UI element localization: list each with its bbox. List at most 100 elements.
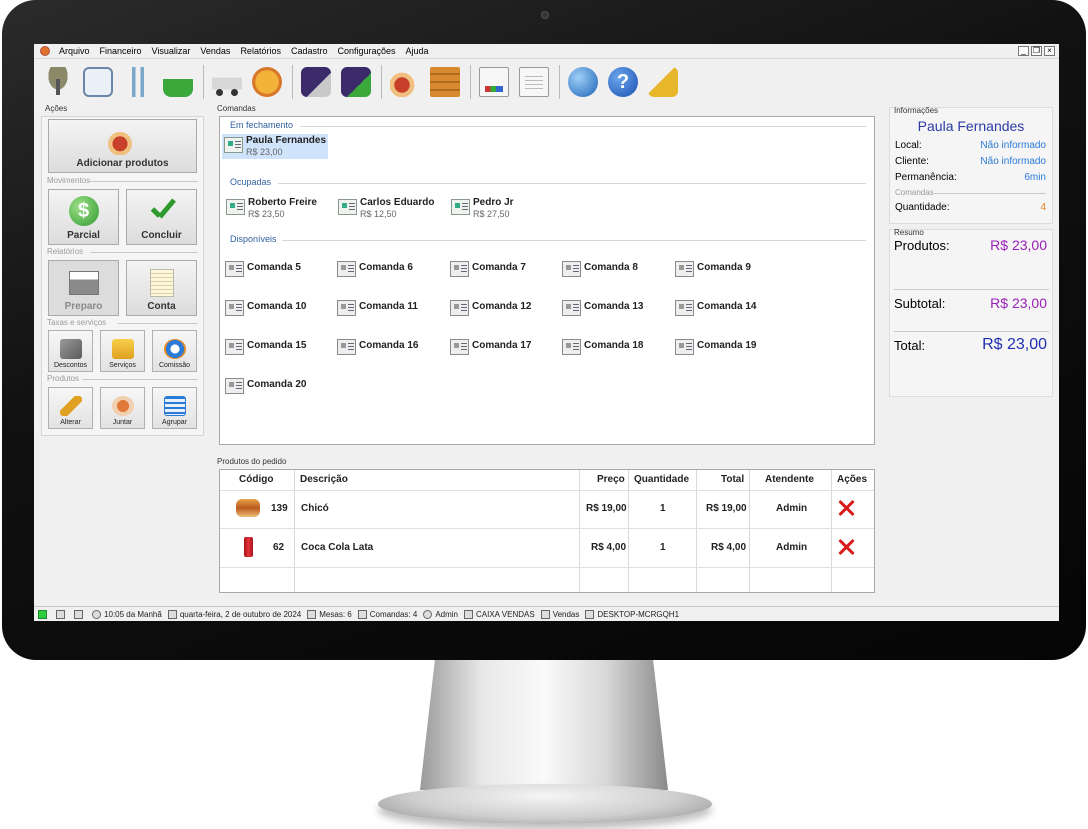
status-comandas: Comandas: 4 [357,609,417,619]
comanda-name: Comanda 6 [359,262,413,273]
agrupar-button[interactable]: Agrupar [152,387,197,429]
comanda-tab[interactable]: Comanda 20 [225,376,306,394]
time-text: 10:05 da Manhã [104,609,162,619]
menu-configuracoes[interactable]: Configurações [333,46,401,56]
comanda-card-icon [225,261,244,277]
descontos-button[interactable]: Descontos [48,330,93,372]
comanda-tab[interactable]: Comanda 10 [225,298,306,316]
comissao-button[interactable]: Comissão [152,330,197,372]
toolbar-cartao-button[interactable] [297,63,335,101]
toolbar-utensilios-button[interactable] [119,63,157,101]
toolbar-cesta-button[interactable] [159,63,197,101]
comanda-tab[interactable]: Comanda 6 [337,259,413,277]
toolbar-relatorio2-button[interactable] [515,63,553,101]
menu-vendas[interactable]: Vendas [195,46,235,56]
menu-ajuda[interactable]: Ajuda [401,46,434,56]
comanda-name: Comanda 10 [247,301,307,312]
em-fechamento-label: Em fechamento [230,120,294,130]
toolbar-cartao-add-button[interactable] [337,63,375,101]
comanda-value: R$ 12,50 [360,209,397,219]
preparo-label: Preparo [64,301,103,312]
comanda-tab[interactable]: Comanda 16 [337,337,418,355]
toolbar-estoque-button[interactable] [426,63,464,101]
comanda-tab[interactable]: Comanda 14 [675,298,756,316]
menu-arquivo[interactable]: Arquivo [54,46,95,56]
comanda-value: R$ 23,50 [248,209,285,219]
toolbar-comandas-button[interactable] [79,63,117,101]
comanda-tab[interactable]: Comanda 11 [337,298,418,316]
header-preco[interactable]: Preço [597,474,625,485]
comanda-tab[interactable]: Comanda 13 [562,298,643,316]
comanda-tab[interactable]: Comanda 5 [225,259,301,277]
toolbar-ajuda-button[interactable]: ? [604,63,642,101]
minimize-button[interactable]: _ [1018,46,1029,56]
comanda-tab[interactable]: Comanda 9 [675,259,751,277]
header-total[interactable]: Total [721,474,744,485]
toolbar-relatorio-button[interactable] [475,63,513,101]
comanda-card-icon [225,378,244,394]
status-bar: 10:05 da Manhã quarta-feira, 2 de outubr… [34,606,1059,621]
menu-relatorios[interactable]: Relatórios [235,46,286,56]
comanda-tab[interactable]: Roberto Freire R$ 23,50 [226,197,317,220]
comanda-tab[interactable]: Comanda 7 [450,259,526,277]
comanda-tab[interactable]: Carlos Eduardo R$ 12,50 [338,197,434,220]
header-codigo[interactable]: Código [239,474,273,485]
comanda-tab[interactable]: Comanda 17 [450,337,531,355]
comanda-tab[interactable]: Paula Fernandes R$ 23,00 [222,134,329,159]
delete-icon[interactable] [837,538,855,556]
group-icon [163,396,186,416]
status-user: Admin [423,609,458,619]
toolbar-limpar-button[interactable] [644,63,682,101]
produtos-total-value: R$ 23,00 [990,237,1047,253]
receipt-icon [149,269,174,297]
parcial-button[interactable]: $ Parcial [48,189,119,245]
header-atendente[interactable]: Atendente [765,474,814,485]
divider [90,252,198,253]
comanda-tab[interactable]: Pedro Jr R$ 27,50 [451,197,514,220]
toolbar-web-button[interactable] [564,63,602,101]
header-quantidade[interactable]: Quantidade [634,474,689,485]
local-value: Não informado [980,140,1046,151]
comanda-tab[interactable]: Comanda 8 [562,259,638,277]
pedido-title: Produtos do pedido [217,457,287,466]
divider [894,331,1049,332]
menu-bar: Arquivo Financeiro Visualizar Vendas Rel… [34,44,1059,59]
add-products-button[interactable]: Adicionar produtos [48,119,197,173]
comanda-tab[interactable]: Comanda 15 [225,337,306,355]
comanda-name: Roberto Freire [248,197,317,208]
close-button[interactable]: × [1044,46,1055,56]
menu-cadastro[interactable]: Cadastro [286,46,333,56]
comanda-tab[interactable]: Comanda 12 [450,298,531,316]
divider [118,323,198,324]
conta-button[interactable]: Conta [126,260,197,316]
status-printer [74,609,86,619]
comanda-card-icon [450,261,469,277]
toolbar-bebida-add-button[interactable] [386,63,424,101]
alterar-button[interactable]: Alterar [48,387,93,429]
report2-icon [519,66,549,97]
toolbar-mesas-button[interactable] [39,63,77,101]
servicos-label: Serviços [109,362,136,369]
comanda-tab[interactable]: Comanda 18 [562,337,643,355]
descricao-cell: Chicó [301,503,329,514]
comanda-card-icon [451,199,470,215]
preco-cell: R$ 19,00 [586,503,627,514]
juntar-button[interactable]: Juntar [100,387,145,429]
comanda-card-icon [675,261,694,277]
atendente-cell: Admin [776,542,808,553]
comanda-tab[interactable]: Comanda 19 [675,337,756,355]
toolbar-pizza-button[interactable] [248,63,286,101]
toolbar-delivery-button[interactable] [208,63,246,101]
preparo-button[interactable]: Preparo [48,260,119,316]
card-add-icon [341,66,371,97]
restore-button[interactable]: ❐ [1031,46,1042,56]
menu-visualizar[interactable]: Visualizar [147,46,196,56]
produtos-label: Produtos [47,374,80,383]
total-cell: R$ 4,00 [711,542,747,553]
header-descricao[interactable]: Descrição [300,474,348,485]
servicos-button[interactable]: Serviços [100,330,145,372]
concluir-button[interactable]: Concluir [126,189,197,245]
header-acoes[interactable]: Ações [837,474,867,485]
menu-financeiro[interactable]: Financeiro [95,46,147,56]
delete-icon[interactable] [837,499,855,517]
